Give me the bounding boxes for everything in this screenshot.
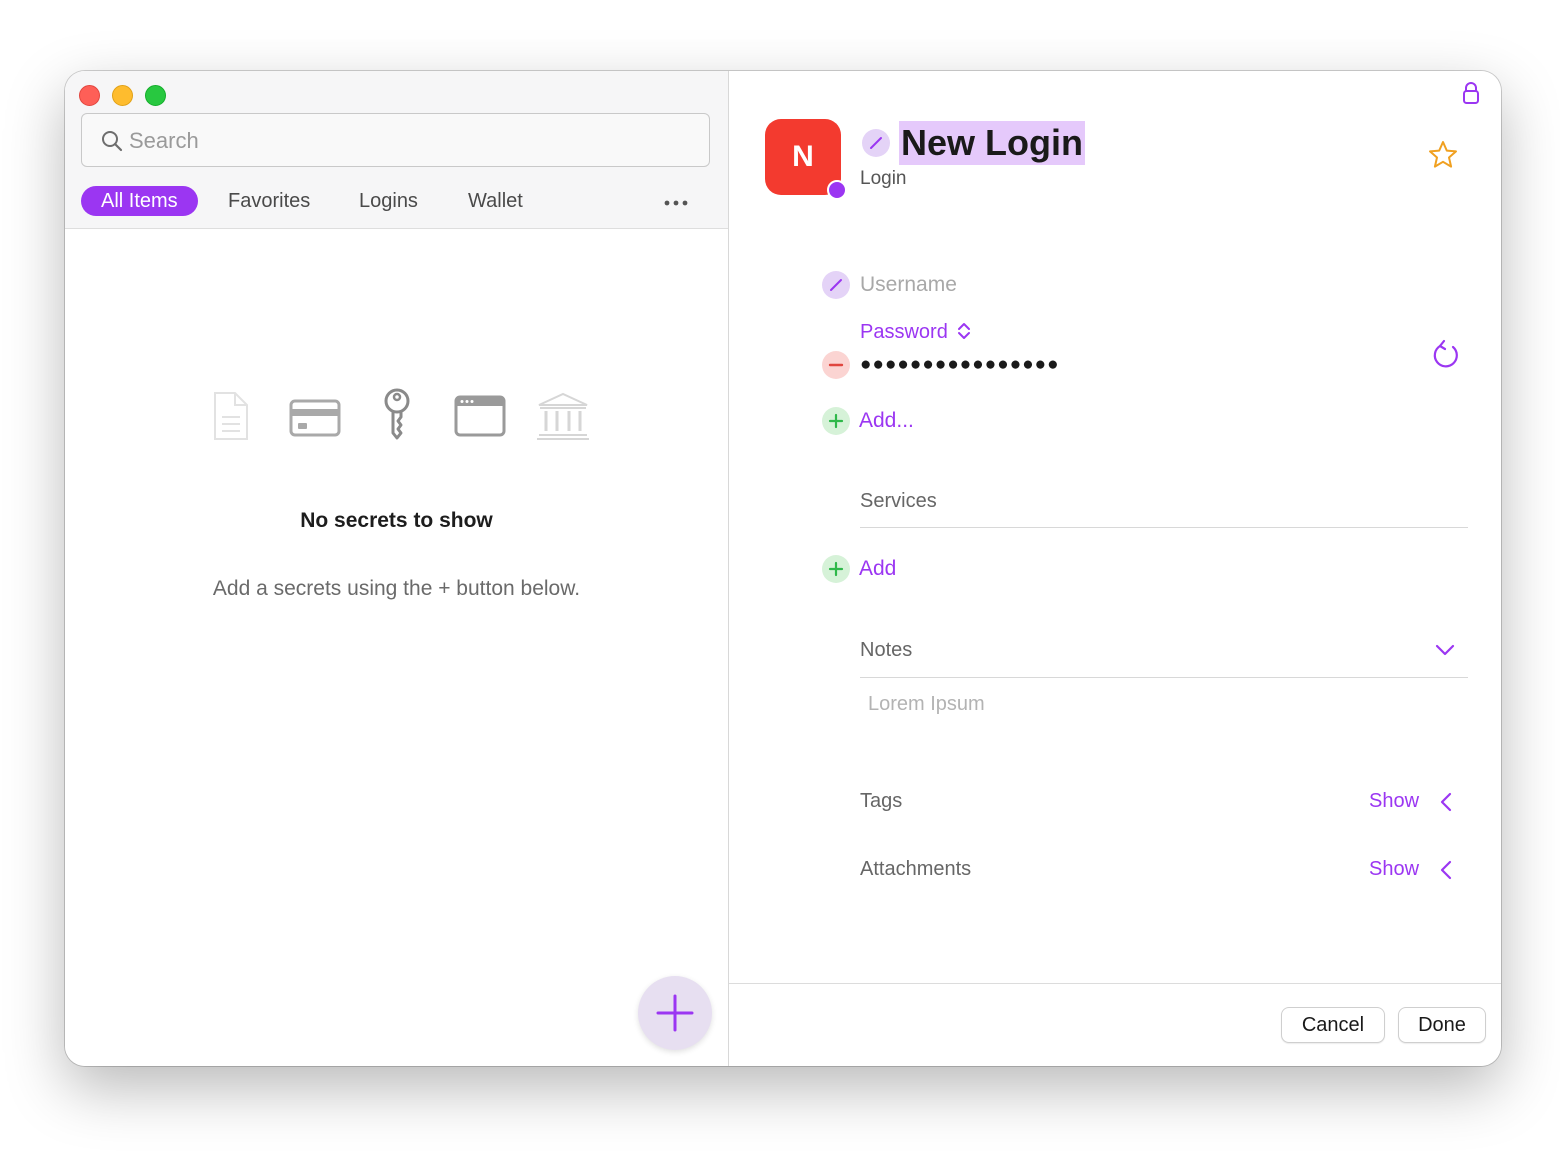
edit-title-button[interactable]: [862, 129, 890, 157]
more-options-icon[interactable]: [663, 199, 691, 207]
minus-icon: [828, 363, 844, 367]
search-icon: [102, 131, 123, 152]
close-window-button[interactable]: [79, 85, 100, 106]
tab-wallet[interactable]: Wallet: [468, 186, 523, 216]
notes-divider: [860, 677, 1468, 678]
plus-icon: [828, 413, 844, 429]
document-icon: [214, 392, 248, 440]
favorite-star-icon[interactable]: [1427, 139, 1459, 171]
edit-username-button[interactable]: [822, 271, 850, 299]
minimize-window-button[interactable]: [112, 85, 133, 106]
search-placeholder: Search: [129, 128, 199, 153]
plus-icon: [828, 561, 844, 577]
attachments-show-button[interactable]: Show: [1369, 858, 1419, 881]
bank-icon: [537, 392, 589, 440]
app-window: Search All Items Favorites Logins Wallet: [65, 71, 1501, 1066]
chevron-left-icon[interactable]: [1439, 791, 1453, 813]
empty-state-title: No secrets to show: [300, 509, 493, 532]
list-header: Search All Items Favorites Logins Wallet: [65, 71, 728, 229]
password-label-selector[interactable]: Password: [860, 321, 971, 344]
tab-logins[interactable]: Logins: [359, 186, 418, 216]
notes-input[interactable]: Lorem Ipsum: [868, 693, 985, 716]
tab-favorites[interactable]: Favorites: [228, 186, 310, 216]
item-type: Login: [860, 168, 907, 189]
cancel-button[interactable]: Cancel: [1281, 1007, 1385, 1043]
username-field[interactable]: Username: [860, 273, 957, 297]
tags-label: Tags: [860, 790, 903, 812]
tab-all-items[interactable]: All Items: [81, 186, 198, 216]
services-divider: [860, 527, 1468, 528]
notes-label: Notes: [860, 639, 913, 661]
add-item-button[interactable]: [638, 976, 712, 1050]
empty-state-subtitle: Add a secrets using the + button below.: [212, 577, 581, 600]
pencil-icon: [870, 137, 882, 149]
done-button[interactable]: Done: [1398, 1007, 1486, 1043]
plus-icon: [656, 994, 694, 1032]
item-list-pane: Search All Items Favorites Logins Wallet: [65, 71, 729, 1066]
lock-icon[interactable]: [1462, 81, 1480, 105]
chevron-down-icon[interactable]: [1434, 643, 1456, 657]
browser-window-icon: [454, 395, 506, 437]
add-service-button[interactable]: Add: [859, 557, 896, 581]
chevron-left-icon[interactable]: [1439, 859, 1453, 881]
empty-state-icons: [205, 388, 595, 445]
password-label: Password: [860, 321, 948, 343]
maximize-window-button[interactable]: [145, 85, 166, 106]
remove-password-button[interactable]: [822, 351, 850, 379]
password-field[interactable]: ●●●●●●●●●●●●●●●●: [860, 354, 1060, 376]
avatar-edit-badge[interactable]: [827, 180, 847, 200]
pencil-icon: [830, 279, 842, 291]
item-detail-pane: N New Login Login Username Password ●●●●…: [729, 71, 1501, 1066]
footer-divider: [729, 983, 1501, 984]
key-icon: [384, 388, 410, 440]
tags-show-button[interactable]: Show: [1369, 790, 1419, 813]
attachments-label: Attachments: [860, 858, 972, 880]
add-field-button[interactable]: Add...: [859, 409, 914, 433]
item-title[interactable]: New Login: [899, 121, 1085, 165]
generate-password-icon[interactable]: [1431, 339, 1461, 371]
add-field-plus[interactable]: [822, 407, 850, 435]
add-service-plus[interactable]: [822, 555, 850, 583]
services-label: Services: [860, 490, 937, 512]
credit-card-icon: [289, 399, 341, 437]
chevron-up-down-icon: [958, 323, 971, 339]
search-input[interactable]: Search: [81, 113, 710, 167]
